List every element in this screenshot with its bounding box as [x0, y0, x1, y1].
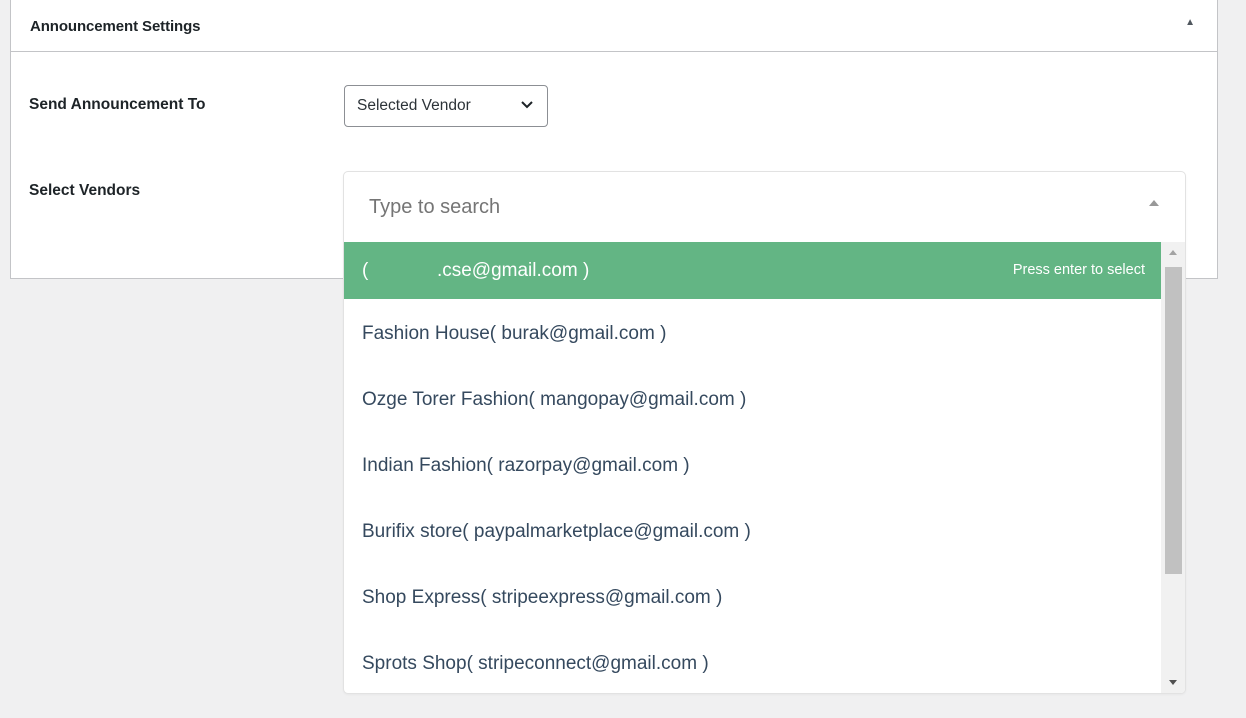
vendor-option-highlighted[interactable]: ( .cse@gmail.com ) Press enter to select — [344, 242, 1162, 299]
vendor-option[interactable]: Sprots Shop( stripeconnect@gmail.com ) — [344, 631, 1162, 693]
chevron-down-icon — [521, 101, 533, 109]
vendor-options-list: ( .cse@gmail.com ) Press enter to select… — [344, 242, 1162, 693]
vendor-option-label: Shop Express( stripeexpress@gmail.com ) — [362, 587, 723, 608]
scroll-down-icon[interactable] — [1169, 680, 1177, 685]
options-scrollbar[interactable] — [1161, 242, 1185, 693]
vendor-option[interactable]: Indian Fashion( razorpay@gmail.com ) — [344, 433, 1162, 499]
select-vendors-label: Select Vendors — [29, 182, 141, 199]
send-announcement-select[interactable]: Selected Vendor — [344, 85, 548, 127]
panel-title: Announcement Settings — [30, 18, 201, 35]
vendor-option-label: Indian Fashion( razorpay@gmail.com ) — [362, 455, 690, 476]
scroll-up-icon[interactable] — [1169, 250, 1177, 255]
vendor-option-label: Burifix store( paypalmarketplace@gmail.c… — [362, 521, 751, 542]
vendor-option[interactable]: Burifix store( paypalmarketplace@gmail.c… — [344, 499, 1162, 565]
vendor-search-input[interactable] — [344, 172, 1185, 242]
caret-up-icon[interactable] — [1149, 200, 1159, 206]
send-announcement-label: Send Announcement To — [29, 96, 206, 113]
press-enter-hint: Press enter to select — [1012, 262, 1145, 278]
scrollbar-thumb[interactable] — [1165, 267, 1182, 574]
vendor-option[interactable]: Ozge Torer Fashion( mangopay@gmail.com ) — [344, 367, 1162, 433]
send-announcement-value: Selected Vendor — [357, 97, 471, 114]
vendor-option-label: Fashion House( burak@gmail.com ) — [362, 323, 667, 344]
vendor-option-label: Ozge Torer Fashion( mangopay@gmail.com ) — [362, 389, 747, 410]
vendor-option-label: Sprots Shop( stripeconnect@gmail.com ) — [362, 653, 709, 674]
vendor-multiselect: ( .cse@gmail.com ) Press enter to select… — [343, 171, 1186, 694]
triangle-up-icon[interactable]: ▲ — [1185, 17, 1195, 28]
panel-header: Announcement Settings ▲ — [11, 0, 1217, 52]
vendor-option[interactable]: Fashion House( burak@gmail.com ) — [344, 301, 1162, 367]
vendor-option-label: ( .cse@gmail.com ) — [362, 260, 590, 281]
vendor-option[interactable]: Shop Express( stripeexpress@gmail.com ) — [344, 565, 1162, 631]
